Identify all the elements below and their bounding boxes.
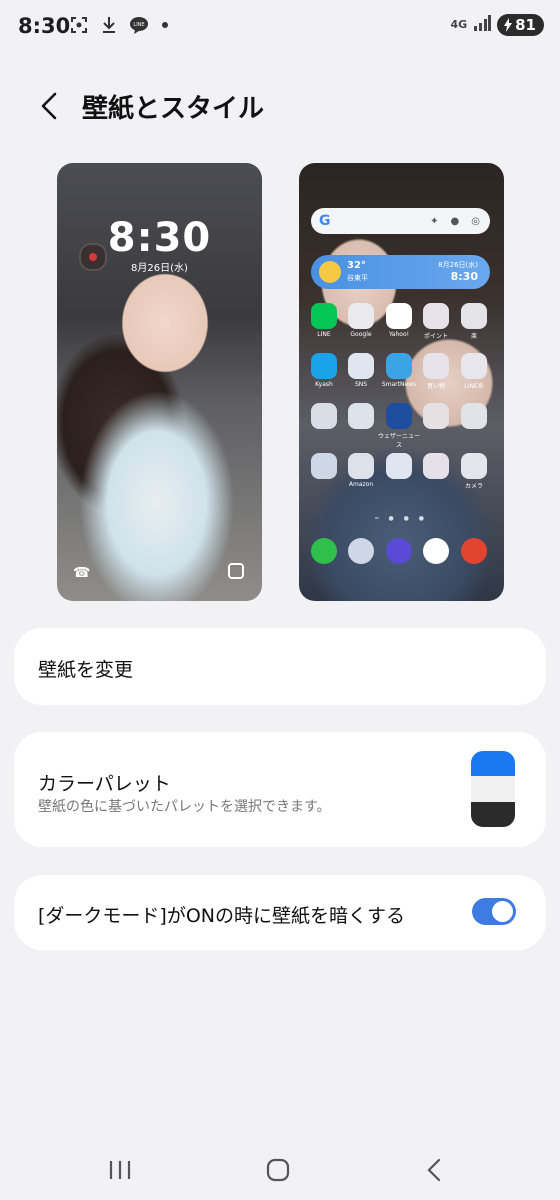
line-app-icon: LINE: [128, 14, 150, 36]
phone-shortcut-icon: ☎: [73, 565, 91, 581]
weather-widget: 32° 谷東平 8月26日(水) 8:30: [311, 255, 490, 289]
color-palette-card[interactable]: カラーパレット 壁紙の色に基づいたパレットを選択できます。: [14, 732, 546, 847]
more-notifications-icon: [162, 22, 168, 28]
dock-folder-icon: [348, 538, 374, 564]
app-icon: [423, 353, 449, 379]
home-screen-preview[interactable]: G ✦ ● ◎ 32° 谷東平 8月26日(水) 8:30 LINE Google…: [299, 163, 504, 601]
app-icon: [348, 353, 374, 379]
app-icon: [311, 453, 337, 479]
dark-mode-dim-toggle[interactable]: [472, 898, 516, 925]
app-icon: [311, 353, 337, 379]
lens-icon: ◎: [471, 215, 480, 227]
app-label: Amazon: [348, 481, 374, 488]
svg-text:LINE: LINE: [133, 22, 144, 28]
change-wallpaper-card[interactable]: 壁紙を変更: [14, 628, 546, 705]
dock-phone-icon: [311, 538, 337, 564]
sun-icon: [319, 261, 341, 283]
app-icon: [386, 403, 412, 429]
status-right: 4G 81: [450, 14, 544, 36]
color-palette-title: カラーパレット: [38, 773, 171, 795]
app-icon: [461, 353, 487, 379]
app-icon: [348, 403, 374, 429]
network-label: 4G: [450, 18, 468, 31]
app-icon: [461, 403, 487, 429]
search-actions: ✦ ● ◎: [430, 216, 480, 227]
page-indicator: ━ ● ● ●: [374, 515, 429, 522]
app-label: ウェザーニュース: [377, 433, 420, 449]
toggle-knob: [492, 901, 513, 922]
weather-date: 8月26日(水): [438, 261, 478, 269]
home-icon: [266, 1158, 290, 1182]
mic-icon: ●: [450, 215, 460, 227]
screenshot-icon: [68, 14, 90, 36]
app-icon: [311, 403, 337, 429]
app-icon: [386, 303, 412, 329]
app-label: カメラ: [464, 483, 483, 490]
google-logo: G: [319, 213, 331, 229]
charging-icon: [504, 18, 513, 32]
app-icon: [386, 453, 412, 479]
page-header: 壁紙とスタイル: [0, 78, 560, 134]
navigation-bar: [0, 1140, 560, 1200]
battery-level: 81: [515, 16, 536, 34]
app-label: 楽: [470, 333, 477, 340]
app-icon: [423, 403, 449, 429]
app-icon: [386, 353, 412, 379]
app-icon: [461, 453, 487, 479]
recent-apps-icon: [109, 1161, 131, 1179]
weather-place: 谷東平: [347, 274, 368, 282]
app-icon: [311, 303, 337, 329]
dock-shield-icon: [461, 538, 487, 564]
lock-screen-preview[interactable]: 8:30 8月26日(水) ☎: [57, 163, 262, 601]
weather-temp: 32°: [347, 260, 366, 271]
notification-icons: LINE: [68, 14, 168, 36]
app-icon: [348, 303, 374, 329]
palette-color-secondary: [471, 776, 515, 802]
lock-date: 8月26日(水): [131, 263, 188, 274]
chevron-left-icon: [41, 92, 57, 120]
back-nav-icon: [427, 1158, 441, 1182]
app-icon: [423, 453, 449, 479]
palette-swatch[interactable]: [471, 751, 515, 827]
lock-time: 8:30: [107, 215, 212, 261]
status-time: 8:30: [18, 14, 71, 38]
home-button[interactable]: [258, 1152, 298, 1188]
camera-shortcut-icon: [228, 563, 244, 579]
recent-apps-button[interactable]: [100, 1152, 140, 1188]
page-title: 壁紙とスタイル: [82, 94, 265, 124]
palette-color-primary: [471, 751, 515, 777]
app-icon: [348, 453, 374, 479]
color-palette-subtitle: 壁紙の色に基づいたパレットを選択できます。: [38, 799, 331, 815]
app-icon: [423, 303, 449, 329]
status-bar: 8:30 LINE 4G 81: [0, 0, 560, 56]
google-search-bar: G ✦ ● ◎: [311, 208, 490, 234]
battery-indicator: 81: [497, 14, 544, 36]
app-label: LINE系: [464, 383, 484, 390]
signal-icon: [473, 15, 492, 35]
back-button[interactable]: [32, 86, 66, 126]
download-icon: [98, 14, 120, 36]
dock-play-icon: [423, 538, 449, 564]
dock-internet-icon: [386, 538, 412, 564]
back-nav-button[interactable]: [414, 1152, 454, 1188]
palette-color-tertiary: [471, 801, 515, 827]
weather-time: 8:30: [450, 270, 478, 283]
change-wallpaper-label: 壁紙を変更: [38, 659, 134, 681]
app-icon: [461, 303, 487, 329]
sparkle-icon: ✦: [430, 215, 439, 227]
dark-mode-dim-label: [ダークモード]がONの時に壁紙を暗くする: [38, 905, 405, 927]
dark-mode-dim-card[interactable]: [ダークモード]がONの時に壁紙を暗くする: [14, 875, 546, 950]
